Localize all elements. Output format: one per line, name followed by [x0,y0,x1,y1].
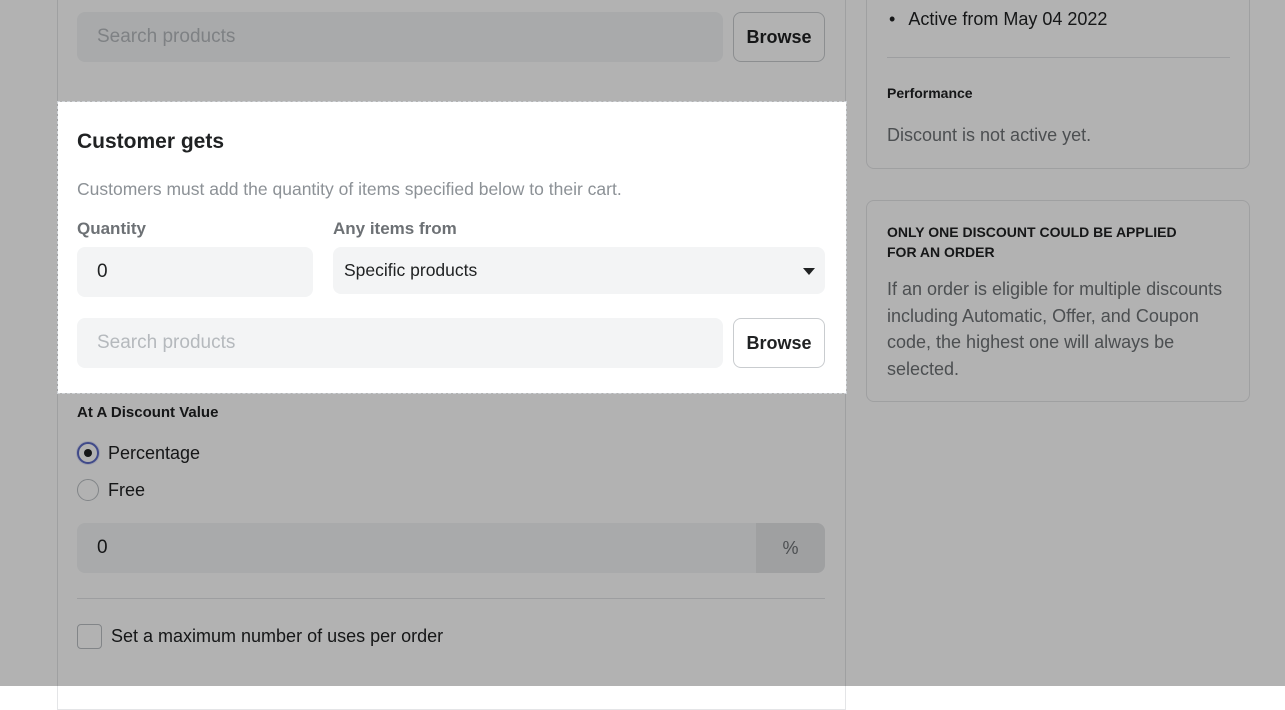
quantity-input[interactable]: 0 [77,247,313,297]
quantity-label: Quantity [77,219,146,238]
any-items-value: Specific products [344,260,478,280]
chevron-down-icon [803,268,815,275]
search-products-input[interactable]: Search products [77,318,723,368]
customer-gets-title: Customer gets [77,130,225,153]
any-items-select[interactable]: Specific products [333,247,825,294]
any-items-label: Any items from [333,219,457,238]
customer-gets-description: Customers must add the quantity of items… [77,179,622,199]
browse-button[interactable]: Browse [733,318,825,368]
